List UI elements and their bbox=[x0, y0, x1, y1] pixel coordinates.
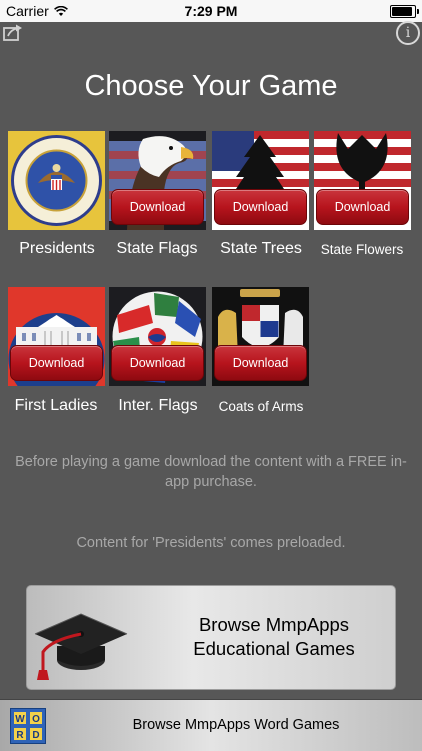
download-button[interactable]: Download bbox=[10, 345, 103, 381]
browse-educational-games-button[interactable]: Browse MmpApps Educational Games bbox=[26, 585, 396, 690]
game-tile-coats-of-arms[interactable]: Download bbox=[212, 287, 309, 386]
game-tile-state-flags[interactable]: Download bbox=[109, 131, 206, 230]
game-tile-inter-flags[interactable]: Download bbox=[109, 287, 206, 386]
battery-level bbox=[392, 7, 412, 16]
game-label-state-flowers: State Flowers bbox=[320, 242, 404, 257]
graduation-cap-icon bbox=[34, 613, 128, 680]
game-tile-state-flowers[interactable]: Download bbox=[314, 131, 411, 230]
game-tile-first-ladies[interactable]: Download bbox=[8, 287, 105, 386]
download-button[interactable]: Download bbox=[214, 189, 307, 225]
status-time: 7:29 PM bbox=[184, 3, 238, 19]
info-icon[interactable]: i bbox=[396, 21, 420, 45]
word-icon-letter: W bbox=[15, 714, 25, 725]
status-bar: Carrier 7:29 PM bbox=[0, 0, 422, 22]
word-icon-letter: O bbox=[32, 714, 40, 725]
download-button[interactable]: Download bbox=[111, 345, 204, 381]
page-title: Choose Your Game bbox=[84, 70, 338, 102]
word-icon-letter: D bbox=[32, 730, 39, 741]
browse-word-games-button[interactable]: W O R D Browse MmpApps Word Games bbox=[0, 699, 422, 751]
browse-educational-label: Browse MmpApps Educational Games bbox=[157, 613, 391, 661]
browse-word-games-label: Browse MmpApps Word Games bbox=[132, 717, 340, 733]
share-icon[interactable] bbox=[2, 22, 24, 42]
battery-icon bbox=[390, 5, 419, 18]
browse-educational-line2: Educational Games bbox=[193, 638, 355, 659]
browse-educational-line1: Browse MmpApps bbox=[198, 614, 350, 635]
game-label-state-flags: State Flags bbox=[116, 240, 198, 257]
game-tile-presidents[interactable] bbox=[8, 131, 105, 230]
word-game-icon: W O R D bbox=[10, 708, 46, 744]
presidential-seal-image bbox=[8, 131, 105, 230]
game-tile-state-trees[interactable]: Download bbox=[212, 131, 309, 230]
word-icon-letter: R bbox=[16, 730, 24, 741]
purchase-info-text: Before playing a game download the conte… bbox=[15, 454, 407, 490]
download-button[interactable]: Download bbox=[111, 189, 204, 225]
game-label-inter-flags: Inter. Flags bbox=[118, 397, 198, 414]
preloaded-info-text: Content for 'Presidents' comes preloaded… bbox=[76, 535, 346, 551]
download-button[interactable]: Download bbox=[316, 189, 409, 225]
game-label-coats-of-arms: Coats of Arms bbox=[218, 399, 304, 414]
download-button[interactable]: Download bbox=[214, 345, 307, 381]
